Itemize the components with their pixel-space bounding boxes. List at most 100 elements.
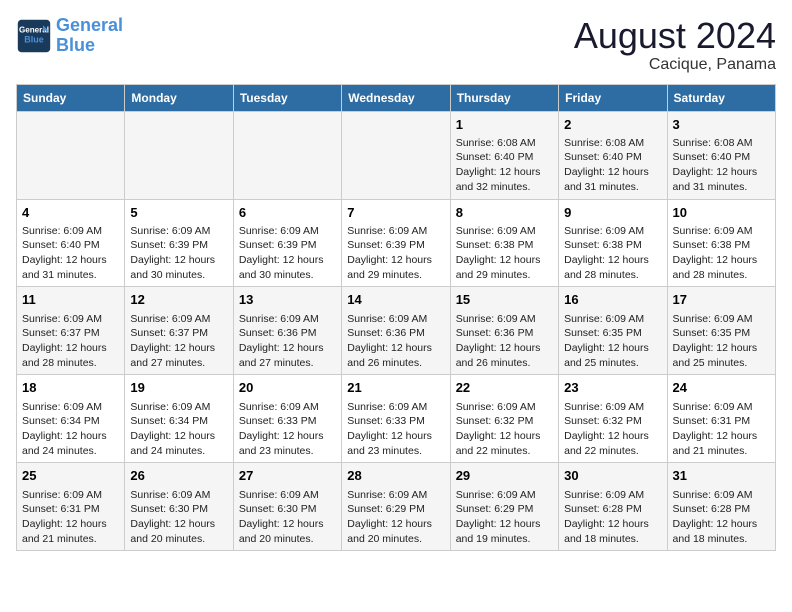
- day-detail: Daylight: 12 hours: [130, 517, 227, 532]
- calendar-cell: 20Sunrise: 6:09 AMSunset: 6:33 PMDayligh…: [233, 375, 341, 463]
- day-number: 10: [673, 204, 770, 222]
- day-number: 7: [347, 204, 444, 222]
- day-detail: and 18 minutes.: [564, 532, 661, 547]
- day-detail: Sunrise: 6:09 AM: [564, 400, 661, 415]
- day-detail: Sunset: 6:35 PM: [673, 326, 770, 341]
- day-detail: and 18 minutes.: [673, 532, 770, 547]
- day-detail: Daylight: 12 hours: [673, 517, 770, 532]
- day-number: 6: [239, 204, 336, 222]
- day-detail: and 26 minutes.: [456, 356, 553, 371]
- day-detail: Sunrise: 6:09 AM: [22, 224, 119, 239]
- day-detail: Sunrise: 6:09 AM: [239, 312, 336, 327]
- calendar-week-3: 11Sunrise: 6:09 AMSunset: 6:37 PMDayligh…: [17, 287, 776, 375]
- day-detail: and 21 minutes.: [673, 444, 770, 459]
- day-detail: Sunset: 6:29 PM: [456, 502, 553, 517]
- calendar-cell: 8Sunrise: 6:09 AMSunset: 6:38 PMDaylight…: [450, 199, 558, 287]
- day-number: 8: [456, 204, 553, 222]
- day-detail: Sunset: 6:40 PM: [22, 238, 119, 253]
- day-detail: and 23 minutes.: [347, 444, 444, 459]
- header-row: Sunday Monday Tuesday Wednesday Thursday…: [17, 84, 776, 111]
- day-detail: Daylight: 12 hours: [673, 429, 770, 444]
- logo-icon: General Blue: [16, 18, 52, 54]
- calendar-cell: 4Sunrise: 6:09 AMSunset: 6:40 PMDaylight…: [17, 199, 125, 287]
- day-detail: Sunrise: 6:09 AM: [22, 400, 119, 415]
- day-detail: Sunrise: 6:08 AM: [564, 136, 661, 151]
- day-detail: and 25 minutes.: [673, 356, 770, 371]
- col-friday: Friday: [559, 84, 667, 111]
- day-detail: and 22 minutes.: [456, 444, 553, 459]
- day-detail: Sunset: 6:38 PM: [456, 238, 553, 253]
- day-detail: and 20 minutes.: [239, 532, 336, 547]
- day-detail: Sunset: 6:30 PM: [239, 502, 336, 517]
- day-detail: Sunrise: 6:09 AM: [22, 488, 119, 503]
- day-detail: Daylight: 12 hours: [22, 517, 119, 532]
- calendar-cell: 24Sunrise: 6:09 AMSunset: 6:31 PMDayligh…: [667, 375, 775, 463]
- day-number: 25: [22, 467, 119, 485]
- day-detail: Sunrise: 6:09 AM: [564, 224, 661, 239]
- calendar-cell: 27Sunrise: 6:09 AMSunset: 6:30 PMDayligh…: [233, 463, 341, 551]
- day-detail: and 19 minutes.: [456, 532, 553, 547]
- calendar-cell: 1Sunrise: 6:08 AMSunset: 6:40 PMDaylight…: [450, 111, 558, 199]
- day-detail: Daylight: 12 hours: [347, 253, 444, 268]
- day-number: 4: [22, 204, 119, 222]
- day-detail: and 30 minutes.: [130, 268, 227, 283]
- day-number: 22: [456, 379, 553, 397]
- day-number: 29: [456, 467, 553, 485]
- day-detail: Sunrise: 6:09 AM: [347, 488, 444, 503]
- main-title: August 2024: [574, 16, 776, 56]
- day-detail: Sunrise: 6:09 AM: [456, 224, 553, 239]
- day-detail: and 27 minutes.: [130, 356, 227, 371]
- day-number: 1: [456, 116, 553, 134]
- calendar-cell: 21Sunrise: 6:09 AMSunset: 6:33 PMDayligh…: [342, 375, 450, 463]
- title-area: August 2024 Cacique, Panama: [574, 16, 776, 74]
- col-monday: Monday: [125, 84, 233, 111]
- day-detail: and 29 minutes.: [347, 268, 444, 283]
- day-detail: and 28 minutes.: [564, 268, 661, 283]
- day-number: 13: [239, 291, 336, 309]
- calendar-cell: [233, 111, 341, 199]
- day-detail: Sunset: 6:29 PM: [347, 502, 444, 517]
- day-detail: Daylight: 12 hours: [564, 341, 661, 356]
- calendar-header: Sunday Monday Tuesday Wednesday Thursday…: [17, 84, 776, 111]
- day-detail: Sunrise: 6:09 AM: [130, 312, 227, 327]
- logo: General Blue GeneralBlue: [16, 16, 123, 56]
- calendar-week-4: 18Sunrise: 6:09 AMSunset: 6:34 PMDayligh…: [17, 375, 776, 463]
- day-detail: Sunset: 6:40 PM: [673, 150, 770, 165]
- calendar-cell: 30Sunrise: 6:09 AMSunset: 6:28 PMDayligh…: [559, 463, 667, 551]
- day-number: 24: [673, 379, 770, 397]
- day-detail: Sunset: 6:36 PM: [239, 326, 336, 341]
- day-detail: and 31 minutes.: [673, 180, 770, 195]
- calendar-cell: 25Sunrise: 6:09 AMSunset: 6:31 PMDayligh…: [17, 463, 125, 551]
- day-number: 19: [130, 379, 227, 397]
- day-detail: Daylight: 12 hours: [239, 429, 336, 444]
- calendar-table: Sunday Monday Tuesday Wednesday Thursday…: [16, 84, 776, 552]
- calendar-cell: 12Sunrise: 6:09 AMSunset: 6:37 PMDayligh…: [125, 287, 233, 375]
- calendar-cell: 11Sunrise: 6:09 AMSunset: 6:37 PMDayligh…: [17, 287, 125, 375]
- day-detail: Sunrise: 6:09 AM: [673, 400, 770, 415]
- day-detail: and 25 minutes.: [564, 356, 661, 371]
- day-detail: Daylight: 12 hours: [347, 517, 444, 532]
- col-saturday: Saturday: [667, 84, 775, 111]
- calendar-cell: 23Sunrise: 6:09 AMSunset: 6:32 PMDayligh…: [559, 375, 667, 463]
- day-detail: Sunset: 6:39 PM: [239, 238, 336, 253]
- day-detail: Sunset: 6:33 PM: [239, 414, 336, 429]
- calendar-cell: 15Sunrise: 6:09 AMSunset: 6:36 PMDayligh…: [450, 287, 558, 375]
- day-detail: Sunset: 6:36 PM: [456, 326, 553, 341]
- calendar-week-5: 25Sunrise: 6:09 AMSunset: 6:31 PMDayligh…: [17, 463, 776, 551]
- day-detail: Sunrise: 6:09 AM: [673, 488, 770, 503]
- day-detail: Daylight: 12 hours: [239, 341, 336, 356]
- calendar-body: 1 Sunrise: 6:08 AM Sunset: 6:40 PM Daylight…: [17, 111, 776, 551]
- day-detail: Daylight: 12 hours: [22, 341, 119, 356]
- day-detail: Sunset: 6:38 PM: [564, 238, 661, 253]
- day-detail: Sunset: 6:38 PM: [673, 238, 770, 253]
- calendar-cell: 22Sunrise: 6:09 AMSunset: 6:32 PMDayligh…: [450, 375, 558, 463]
- day-detail: Sunset: 6:30 PM: [130, 502, 227, 517]
- day-detail: and 22 minutes.: [564, 444, 661, 459]
- day-detail: Sunrise: 6:09 AM: [456, 400, 553, 415]
- day-detail: Sunrise: 6:09 AM: [239, 224, 336, 239]
- day-detail: and 20 minutes.: [130, 532, 227, 547]
- day-number: 27: [239, 467, 336, 485]
- day-detail: Daylight: 12 hours: [564, 165, 661, 180]
- day-detail: Sunset: 6:36 PM: [347, 326, 444, 341]
- day-detail: Sunrise: 6:09 AM: [673, 312, 770, 327]
